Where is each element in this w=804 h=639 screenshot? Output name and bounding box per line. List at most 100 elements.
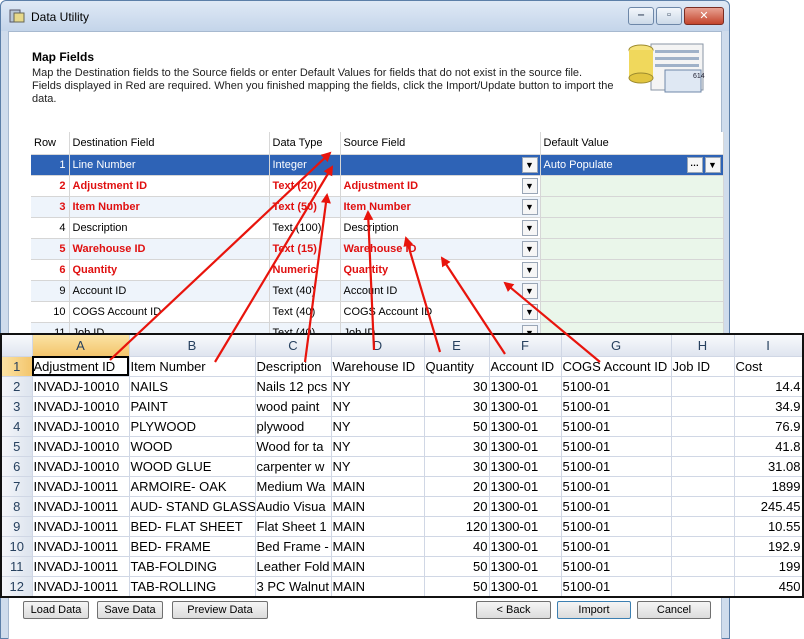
sheet-cell[interactable]: WOOD: [129, 436, 256, 457]
grid-row[interactable]: 2 Adjustment ID Text (20) Adjustment ID ▼: [31, 175, 724, 197]
sheet-cell[interactable]: INVADJ-10011: [32, 536, 130, 557]
sheet-cell[interactable]: NY: [331, 456, 425, 477]
column-letter[interactable]: A: [32, 335, 130, 357]
sheet-cell[interactable]: NY: [331, 396, 425, 417]
sheet-cell[interactable]: 1300-01: [489, 396, 562, 417]
sheet-cell[interactable]: 30: [424, 436, 490, 457]
sheet-cell[interactable]: AUD- STAND GLASS: [129, 496, 256, 517]
destination-field[interactable]: Item Number: [69, 196, 270, 218]
row-number[interactable]: 3: [2, 396, 33, 417]
row-number[interactable]: 5: [2, 436, 33, 457]
column-header-destination-field[interactable]: Destination Field: [69, 132, 270, 155]
sheet-cell[interactable]: [671, 396, 735, 417]
sheet-cell[interactable]: 5100-01: [561, 576, 672, 596]
chevron-down-icon[interactable]: ▼: [521, 240, 538, 257]
column-letter[interactable]: C: [255, 335, 332, 357]
chevron-down-icon[interactable]: ▼: [521, 177, 538, 194]
sheet-cell[interactable]: Nails 12 pcs: [255, 376, 332, 397]
sheet-cell[interactable]: 1300-01: [489, 416, 562, 437]
sheet-cell[interactable]: NY: [331, 376, 425, 397]
destination-field[interactable]: Line Number: [69, 154, 270, 176]
sheet-cell[interactable]: [671, 496, 735, 517]
sheet-cell[interactable]: MAIN: [331, 516, 425, 537]
sheet-cell[interactable]: 1300-01: [489, 456, 562, 477]
select-all-corner[interactable]: [2, 335, 33, 357]
sheet-cell[interactable]: [671, 476, 735, 497]
grid-row[interactable]: 5 Warehouse ID Text (15) Warehouse ID ▼: [31, 238, 724, 260]
default-value-field[interactable]: [540, 217, 724, 239]
sheet-cell[interactable]: INVADJ-10010: [32, 416, 130, 437]
row-number[interactable]: 8: [2, 496, 33, 517]
chevron-down-icon[interactable]: ▼: [521, 156, 538, 173]
chevron-down-icon[interactable]: ▼: [521, 219, 538, 236]
sheet-cell[interactable]: [671, 576, 735, 596]
chevron-down-icon[interactable]: ▼: [521, 303, 538, 320]
sheet-cell[interactable]: INVADJ-10010: [32, 376, 130, 397]
sheet-cell[interactable]: Flat Sheet 1: [255, 516, 332, 537]
sheet-cell[interactable]: 5100-01: [561, 376, 672, 397]
sheet-cell[interactable]: 50: [424, 576, 490, 596]
sheet-cell[interactable]: 41.8: [734, 436, 802, 457]
sheet-cell[interactable]: 5100-01: [561, 556, 672, 577]
chevron-down-icon[interactable]: ▼: [704, 156, 721, 173]
row-number[interactable]: 7: [2, 476, 33, 497]
sheet-cell[interactable]: PAINT: [129, 396, 256, 417]
sheet-cell[interactable]: TAB-ROLLING: [129, 576, 256, 596]
sheet-cell[interactable]: plywood: [255, 416, 332, 437]
sheet-cell[interactable]: Wood for ta: [255, 436, 332, 457]
sheet-header-cell[interactable]: Job ID: [671, 356, 735, 377]
sheet-cell[interactable]: INVADJ-10011: [32, 576, 130, 596]
column-letter[interactable]: I: [734, 335, 802, 357]
source-field-select[interactable]: Account ID ▼: [340, 280, 541, 302]
default-value-field[interactable]: [540, 175, 724, 197]
sheet-cell[interactable]: [671, 516, 735, 537]
sheet-cell[interactable]: 245.45: [734, 496, 802, 517]
default-value-field[interactable]: [540, 301, 724, 323]
sheet-cell[interactable]: [671, 556, 735, 577]
sheet-cell[interactable]: [671, 436, 735, 457]
sheet-cell[interactable]: 50: [424, 556, 490, 577]
source-field-select[interactable]: Warehouse ID ▼: [340, 238, 541, 260]
sheet-cell[interactable]: [671, 416, 735, 437]
close-button[interactable]: ✕: [684, 7, 724, 25]
source-field-select[interactable]: Quantity ▼: [340, 259, 541, 281]
sheet-cell[interactable]: TAB-FOLDING: [129, 556, 256, 577]
sheet-cell[interactable]: 1300-01: [489, 376, 562, 397]
row-number[interactable]: 10: [2, 536, 33, 557]
sheet-cell[interactable]: [671, 536, 735, 557]
sheet-header-cell[interactable]: Account ID: [489, 356, 562, 377]
sheet-cell[interactable]: Medium Wa: [255, 476, 332, 497]
sheet-cell[interactable]: 34.9: [734, 396, 802, 417]
sheet-cell[interactable]: INVADJ-10010: [32, 436, 130, 457]
sheet-cell[interactable]: 5100-01: [561, 396, 672, 417]
minimize-button[interactable]: ‒: [628, 7, 654, 25]
sheet-cell[interactable]: [671, 456, 735, 477]
column-letter[interactable]: E: [424, 335, 490, 357]
chevron-down-icon[interactable]: ▼: [521, 261, 538, 278]
sheet-cell[interactable]: MAIN: [331, 496, 425, 517]
sheet-header-cell[interactable]: Adjustment ID: [32, 356, 130, 377]
default-value-field[interactable]: [540, 238, 724, 260]
sheet-cell[interactable]: 1300-01: [489, 476, 562, 497]
sheet-cell[interactable]: PLYWOOD: [129, 416, 256, 437]
source-field-select[interactable]: Description ▼: [340, 217, 541, 239]
sheet-cell[interactable]: WOOD GLUE: [129, 456, 256, 477]
sheet-cell[interactable]: 192.9: [734, 536, 802, 557]
sheet-cell[interactable]: NY: [331, 416, 425, 437]
column-header-default-value[interactable]: Default Value: [540, 132, 724, 155]
sheet-cell[interactable]: 76.9: [734, 416, 802, 437]
destination-field[interactable]: Description: [69, 217, 270, 239]
row-number[interactable]: 2: [2, 376, 33, 397]
sheet-cell[interactable]: INVADJ-10011: [32, 516, 130, 537]
row-number[interactable]: 9: [2, 516, 33, 537]
sheet-cell[interactable]: 40: [424, 536, 490, 557]
default-value-field[interactable]: [540, 196, 724, 218]
sheet-header-cell[interactable]: Cost: [734, 356, 802, 377]
sheet-cell[interactable]: INVADJ-10011: [32, 476, 130, 497]
sheet-cell[interactable]: MAIN: [331, 576, 425, 596]
sheet-cell[interactable]: MAIN: [331, 476, 425, 497]
column-letter[interactable]: G: [561, 335, 672, 357]
row-number[interactable]: 12: [2, 576, 33, 596]
sheet-cell[interactable]: NY: [331, 436, 425, 457]
back-button[interactable]: < Back: [476, 601, 551, 619]
